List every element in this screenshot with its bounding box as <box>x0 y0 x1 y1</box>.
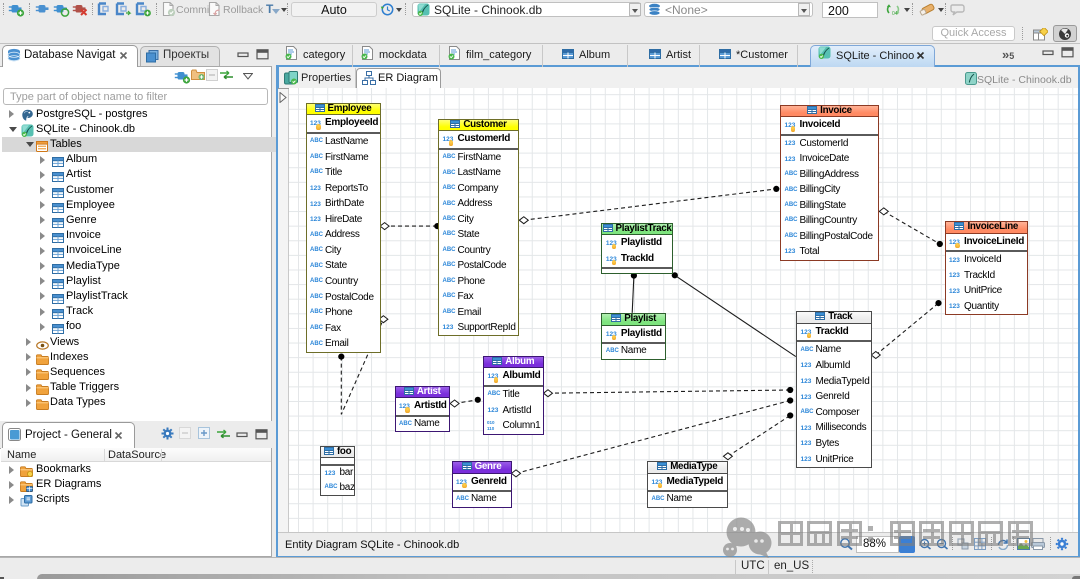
svg-text:04: 04 <box>892 11 898 16</box>
